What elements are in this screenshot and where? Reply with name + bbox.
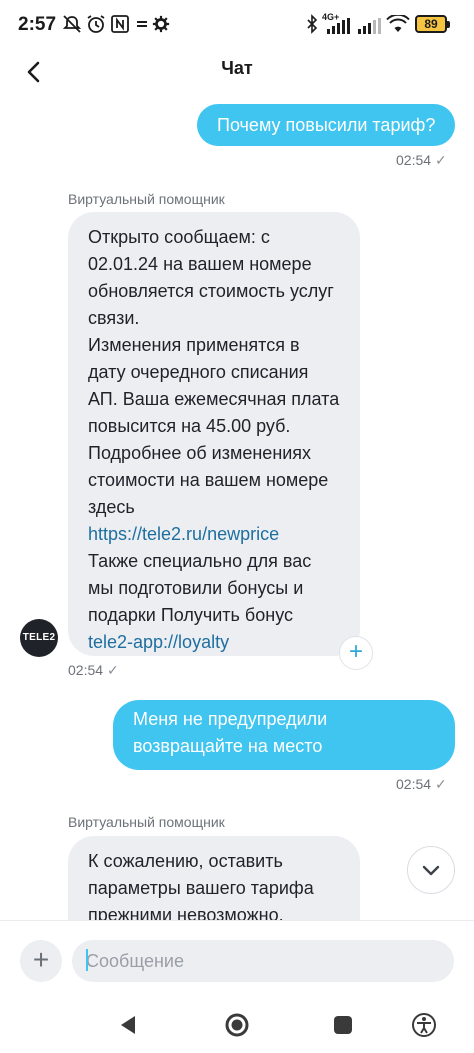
battery-icon: 89 <box>415 15 450 33</box>
message-line: Открыто сообщаем: с <box>88 227 270 247</box>
message-line: АП. Ваша ежемесячная плата <box>88 389 340 409</box>
chat-header: Чат <box>0 50 474 90</box>
sender-name: Виртуальный помощник <box>68 191 225 207</box>
text-cursor <box>86 949 88 971</box>
message-line: Также специально для вас <box>88 551 312 571</box>
settings-gear-icon <box>152 15 170 33</box>
message-line: стоимости на вашем номере <box>88 470 329 490</box>
message-line: здесь <box>88 497 135 517</box>
incoming-message[interactable]: Открыто сообщаем: с 02.01.24 на вашем но… <box>68 212 360 656</box>
message-line: мы подготовили бонусы и <box>88 578 304 598</box>
message-line: повысится на 45.00 руб. <box>88 416 291 436</box>
nfc-icon <box>111 15 129 33</box>
sender-name: Виртуальный помощник <box>68 814 225 830</box>
message-composer: + <box>0 920 474 1000</box>
message-line: обновляется стоимость услуг <box>88 281 334 301</box>
scroll-down-button[interactable] <box>407 846 455 894</box>
status-bar: 2:57 4G+ 89 <box>0 0 474 50</box>
status-time: 2:57 <box>18 14 57 35</box>
message-line: возвращайте на место <box>133 736 323 756</box>
loyalty-link[interactable]: tele2-app://loyalty <box>88 629 340 656</box>
home-circle-icon[interactable] <box>222 1010 252 1040</box>
battery-level: 89 <box>424 17 438 31</box>
wifi-icon <box>386 15 410 32</box>
price-link[interactable]: https://tele2.ru/newprice <box>88 521 340 548</box>
time-value: 02:54 <box>68 662 104 678</box>
chevron-down-icon <box>422 865 440 876</box>
message-line: 02.01.24 на вашем номере <box>88 254 312 274</box>
time-value: 02:54 <box>396 776 432 792</box>
time-value: 02:54 <box>396 152 432 168</box>
message-line: параметры вашего тарифа <box>88 878 314 898</box>
message-time: 02:54 ✓ <box>396 152 447 169</box>
message-line: Изменения применятся в <box>88 335 300 355</box>
bluetooth-icon <box>307 14 318 34</box>
signal-icon <box>358 18 381 34</box>
message-line: подарки Получить бонус <box>88 605 293 625</box>
signal-icon <box>327 18 350 34</box>
message-text: Почему повысили тариф? <box>217 115 436 135</box>
reaction-add-button[interactable]: + <box>339 636 373 670</box>
alarm-icon <box>87 15 105 33</box>
message-line: Подробнее об изменениях <box>88 443 312 463</box>
message-input[interactable] <box>72 940 454 982</box>
back-triangle-icon[interactable] <box>113 1010 143 1040</box>
accessibility-icon[interactable] <box>409 1010 439 1040</box>
message-line: дату очередного списания <box>88 362 309 382</box>
message-time: 02:54 ✓ <box>68 662 119 679</box>
avatar: TELE2 <box>20 619 58 657</box>
outgoing-message[interactable]: Меня не предупредили возвращайте на мест… <box>113 700 455 770</box>
system-nav-bar <box>0 1000 474 1053</box>
message-line: связи. <box>88 308 140 328</box>
message-line: К сожалению, оставить <box>88 851 283 871</box>
recents-square-icon[interactable] <box>328 1010 358 1040</box>
message-line: Меня не предупредили <box>133 709 328 729</box>
read-check-icon: ✓ <box>107 662 119 678</box>
message-time: 02:54 ✓ <box>396 776 447 793</box>
outgoing-message[interactable]: Почему повысили тариф? <box>197 104 456 146</box>
plus-icon: + <box>32 944 50 975</box>
mute-icon <box>62 15 82 33</box>
tasks-icon <box>137 21 147 27</box>
attach-button[interactable]: + <box>20 940 62 982</box>
read-check-icon: ✓ <box>435 152 447 168</box>
read-check-icon: ✓ <box>435 776 447 792</box>
page-title: Чат <box>221 58 253 78</box>
